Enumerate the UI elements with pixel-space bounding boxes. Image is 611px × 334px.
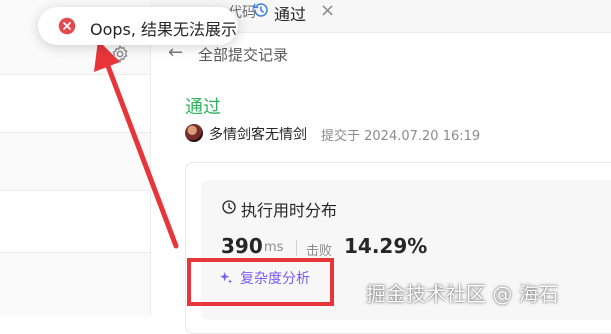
watermark: 掘金技术社区 @ 海石 [366, 282, 559, 306]
toast-message: Oops, 结果无法展示 [90, 20, 238, 39]
avatar[interactable] [185, 124, 203, 142]
divider [296, 240, 297, 256]
left-pane [0, 0, 151, 317]
annotation-highlight-box [187, 258, 334, 306]
author-name[interactable]: 多情剑客无情剑 [209, 124, 307, 144]
back-arrow-icon[interactable]: ← [168, 42, 183, 63]
close-icon[interactable]: × [320, 0, 335, 21]
runtime-unit: ms [264, 240, 284, 255]
tab-result[interactable]: 通过 [274, 1, 306, 25]
list-item[interactable] [0, 74, 150, 133]
error-toast: Oops, 结果无法展示 [38, 7, 238, 45]
submitted-time: 提交于 2024.07.20 16:19 [321, 129, 481, 144]
all-submissions-link[interactable]: 全部提交记录 [198, 44, 288, 65]
runtime-value: 390 [221, 234, 263, 258]
submission-status: 通过 [185, 97, 221, 118]
list-item[interactable] [0, 252, 150, 317]
history-icon [253, 3, 268, 17]
runtime-title: 执行用时分布 [241, 201, 338, 220]
gear-icon[interactable] [110, 44, 130, 64]
beats-percentage: 14.29% [344, 234, 428, 258]
list-item[interactable] [0, 190, 150, 253]
error-icon [58, 17, 76, 35]
clock-icon [222, 200, 236, 214]
beats-label: 击败 [306, 244, 333, 259]
list-item[interactable] [0, 132, 150, 191]
